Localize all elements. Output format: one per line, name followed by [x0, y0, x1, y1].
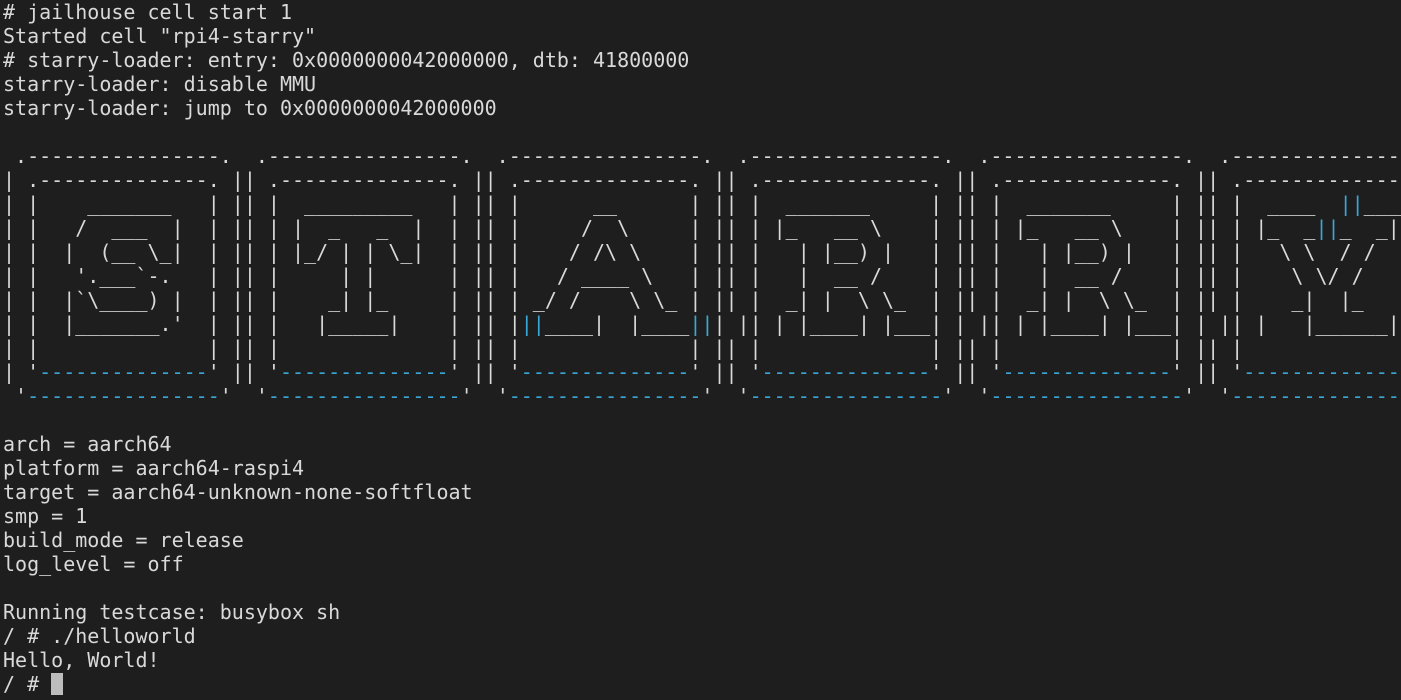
- text-cursor[interactable]: [51, 673, 64, 695]
- banner-accent: --------------: [761, 360, 931, 384]
- banner-accent: ||: [1339, 192, 1364, 216]
- shell-prompt: / #: [3, 672, 52, 696]
- session-line: / # ./helloworld: [3, 624, 196, 648]
- banner-accent: --------------: [1002, 360, 1172, 384]
- banner-accent: --------------: [279, 360, 449, 384]
- boot-line: # jailhouse cell start 1: [3, 0, 292, 24]
- boot-line: starry-loader: disable MMU: [3, 72, 317, 96]
- banner-accent: ----------------: [749, 384, 943, 408]
- banner-line: | | | || | | || | | || | | || | | || | |…: [3, 336, 1401, 360]
- banner-accent: --------------: [1243, 360, 1401, 384]
- banner-line: | | '.___`-. | || | | | | || | / ____ \ …: [3, 264, 1401, 288]
- banner-line: | '--------------' || '--------------' |…: [3, 360, 1401, 384]
- terminal-window[interactable]: # jailhouse cell start 1 Started cell "r…: [0, 0, 1401, 700]
- session-line: Hello, World!: [3, 648, 160, 672]
- banner-accent: ----------------: [990, 384, 1184, 408]
- banner-line: .----------------. .----------------. .-…: [3, 144, 1401, 168]
- banner-accent: ||: [1315, 216, 1340, 240]
- banner-line: | | / ___ | | || | | _ _ | | || | / \ | …: [3, 216, 1400, 240]
- config-line: target = aarch64-unknown-none-softfloat: [3, 480, 473, 504]
- banner-line: | | |`\____) | | || | _| |_ | || | _/ / …: [3, 288, 1401, 312]
- boot-line: starry-loader: jump to 0x000000004200000…: [3, 96, 497, 120]
- shell-prompt-line[interactable]: / #: [3, 672, 1401, 696]
- config-line: build_mode = release: [3, 528, 244, 552]
- banner-accent: ----------------: [27, 384, 220, 408]
- starry-ascii-banner: .----------------. .----------------. .-…: [3, 144, 1401, 408]
- config-line: platform = aarch64-raspi4: [3, 456, 305, 480]
- banner-line: | | | (__ \_| | || | |_/ | | \_| | || | …: [3, 240, 1401, 264]
- banner-line: | .--------------. || .--------------. |…: [3, 168, 1401, 192]
- boot-line: Started cell "rpi4-starry": [3, 24, 317, 48]
- config-line: smp = 1: [3, 504, 88, 528]
- banner-accent: ||: [520, 312, 545, 336]
- config-output: arch = aarch64 platform = aarch64-raspi4…: [3, 432, 1401, 576]
- session-line: Running testcase: busybox sh: [3, 600, 341, 624]
- banner-accent: --------------: [520, 360, 690, 384]
- banner-accent: ----------------: [267, 384, 461, 408]
- banner-line: | | _______ | || | _________ | || | __ |…: [3, 192, 1401, 216]
- banner-accent: ----------------: [1231, 384, 1401, 408]
- banner-accent: ||: [689, 312, 714, 336]
- session-output: Running testcase: busybox sh / # ./hello…: [3, 600, 1401, 672]
- banner-accent: --------------: [39, 360, 208, 384]
- config-line: log_level = off: [3, 552, 184, 576]
- banner-line: | | |_______.' | || | |_____| | || |||__…: [3, 312, 1401, 336]
- banner-accent: ----------------: [508, 384, 702, 408]
- banner-line: '----------------' '----------------' '-…: [3, 384, 1401, 408]
- boot-line: # starry-loader: entry: 0x00000000420000…: [3, 48, 690, 72]
- boot-log: # jailhouse cell start 1 Started cell "r…: [3, 0, 1401, 120]
- config-line: arch = aarch64: [3, 432, 172, 456]
